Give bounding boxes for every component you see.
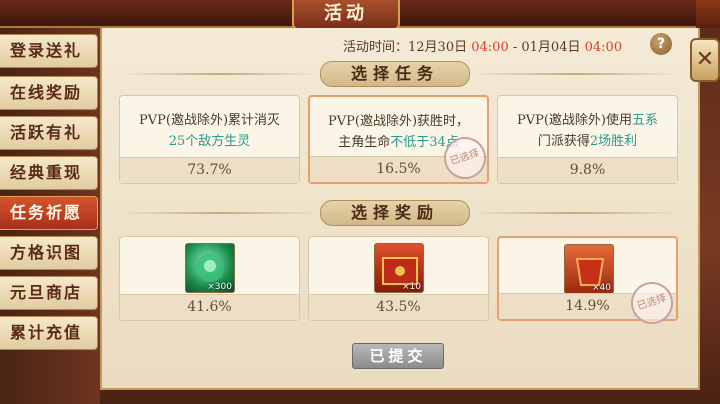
task-text-line: 主角生命	[338, 135, 391, 150]
submitted-button[interactable]: 已提交	[352, 343, 444, 369]
reward-percent: 41.6%	[120, 294, 299, 320]
task-highlight: 五系	[632, 113, 659, 128]
sidebar-item-active-gift[interactable]: 活跃有礼	[0, 116, 98, 150]
task-description: PVP(邀战除外)使用五系 门派获得2场胜利	[506, 110, 669, 152]
reward-percent: 43.5%	[309, 294, 488, 320]
task-text-line: PVP(邀战除外)使用	[516, 113, 632, 128]
sidebar-item-new-year-shop[interactable]: 元旦商店	[0, 276, 98, 310]
sidebar-item-task-wish[interactable]: 任务祈愿	[0, 196, 98, 230]
item-quantity: ×40	[592, 283, 611, 293]
task-highlight: 25个敌方生灵	[168, 134, 251, 149]
task-section-title: 选择任务	[320, 61, 470, 87]
help-button[interactable]: ?	[650, 33, 672, 55]
task-percent: 9.8%	[498, 157, 677, 183]
lantern-decoration	[696, 0, 720, 28]
red-pouch-icon: ×40	[564, 244, 614, 294]
reward-section-title: 选择奖励	[320, 200, 470, 226]
sidebar-item-grid-puzzle[interactable]: 方格识图	[0, 236, 98, 270]
task-text-line: PVP(邀战除外)获胜时，	[327, 114, 470, 129]
task-highlight: 2场胜利	[589, 134, 638, 149]
sidebar-item-recharge[interactable]: 累计充值	[0, 316, 98, 350]
sidebar-item-login-gift[interactable]: 登录送礼	[0, 34, 98, 68]
divider	[120, 73, 320, 75]
task-description: PVP(邀战除外)累计消灭 25个敌方生灵	[128, 110, 291, 152]
page-title: 活动	[292, 0, 400, 30]
item-quantity: ×300	[207, 282, 232, 292]
jade-icon: ×300	[185, 243, 235, 293]
event-start-time: 04:00	[471, 40, 509, 55]
event-end-date: 01月04日	[521, 40, 581, 55]
sidebar-item-online-reward[interactable]: 在线奖励	[0, 76, 98, 110]
task-card-3[interactable]: PVP(邀战除外)使用五系 门派获得2场胜利 9.8%	[497, 95, 678, 184]
task-card-1[interactable]: PVP(邀战除外)累计消灭 25个敌方生灵 73.7%	[119, 95, 300, 184]
task-text-line: PVP(邀战除外)累计消灭	[138, 113, 281, 128]
sidebar: 登录送礼 在线奖励 活跃有礼 经典重现 任务祈愿 方格识图 元旦商店 累计充值	[0, 28, 100, 404]
task-text-line: 门派获得	[537, 134, 590, 149]
task-card-2[interactable]: PVP(邀战除外)获胜时， 主角生命不低于34点 16.5% 已选择	[308, 95, 492, 185]
treasure-chest-icon: ×10	[374, 243, 424, 293]
reward-card-1[interactable]: ×300 41.6%	[119, 236, 300, 321]
task-percent: 73.7%	[120, 157, 299, 183]
event-time-label: 活动时间：	[343, 40, 409, 55]
divider	[470, 73, 680, 75]
close-button[interactable]: ✕	[690, 38, 720, 82]
reward-card-2[interactable]: ×10 43.5%	[308, 236, 489, 321]
divider	[120, 212, 320, 214]
item-quantity: ×10	[402, 282, 421, 292]
event-time-separator: -	[508, 40, 522, 55]
event-end-time: 04:00	[584, 40, 623, 55]
divider	[470, 212, 680, 214]
sidebar-item-classic-replay[interactable]: 经典重现	[0, 156, 98, 190]
event-start-date: 12月30日	[408, 40, 468, 55]
event-time: 活动时间：12月30日 04:00 - 01月04日 04:00	[343, 36, 622, 56]
reward-card-3[interactable]: ×40 14.9% 已选择	[497, 236, 679, 330]
